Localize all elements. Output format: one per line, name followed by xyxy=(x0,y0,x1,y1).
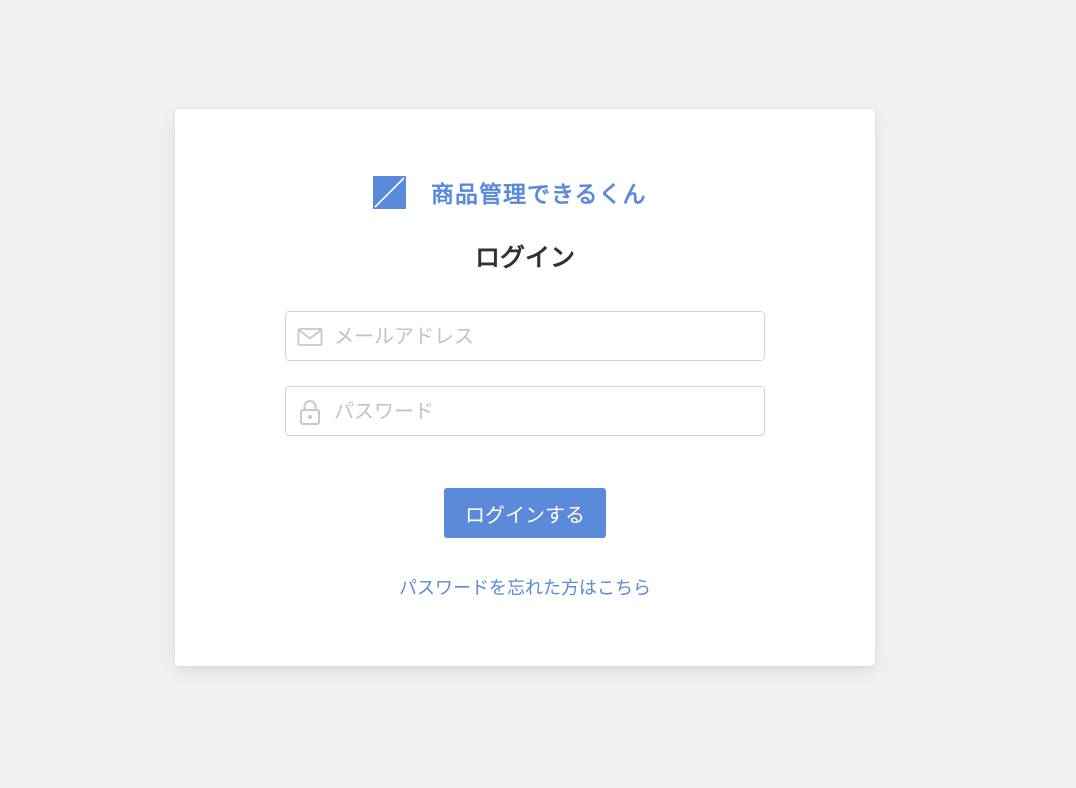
brand-name: 商品管理できるくん xyxy=(431,182,647,208)
password-input[interactable] xyxy=(334,387,754,435)
page-title: ログイン xyxy=(474,243,575,272)
email-input[interactable] xyxy=(334,312,754,360)
login-card: 商品管理できるくん ログイン ログインする パスワードを忘れた方はこちら xyxy=(175,109,875,666)
lock-icon xyxy=(300,400,320,425)
login-button[interactable]: ログインする xyxy=(444,488,606,538)
email-field[interactable] xyxy=(285,311,765,361)
envelope-icon xyxy=(297,328,323,346)
password-field[interactable] xyxy=(285,386,765,436)
brand-header: 商品管理できるくん xyxy=(373,175,647,209)
slash-square-logo-icon xyxy=(373,175,406,209)
forgot-password-link[interactable]: パスワードを忘れた方はこちら xyxy=(175,574,875,600)
